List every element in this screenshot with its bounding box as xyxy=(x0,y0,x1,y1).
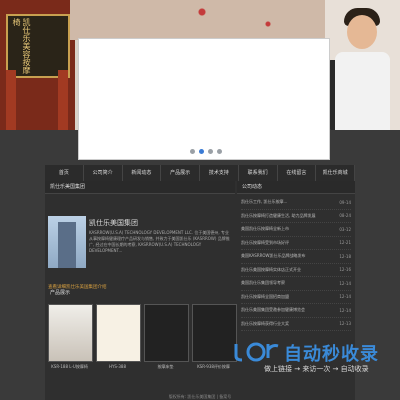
nav-shop[interactable]: 凯仕乐商城 xyxy=(316,165,355,181)
watermark: 自动秒收录 做上链接 → 来访一次 → 自动收录 xyxy=(232,336,382,378)
news-date: 12-14 xyxy=(339,307,351,313)
slideshow-dots xyxy=(190,149,222,154)
product-item[interactable]: 按摩床垫 xyxy=(144,304,189,370)
news-item[interactable]: 美国凯仕乐按摩椅全新上市 03-12 xyxy=(241,223,351,237)
nav-contact[interactable]: 联系我们 xyxy=(239,165,278,181)
news-item[interactable]: 凯仕乐工作, 凯仕乐按摩... 09-14 xyxy=(241,196,351,210)
news-item[interactable]: 凯仕乐美国按摩椅实体店正式开业 12-16 xyxy=(241,264,351,277)
news-date: 12-14 xyxy=(339,294,351,300)
news-title[interactable]: 凯仕乐按摩椅全国招商加盟 xyxy=(241,294,289,300)
slide-dot-2[interactable] xyxy=(199,149,204,154)
nav-support[interactable]: 技术支持 xyxy=(200,165,239,181)
product-caption[interactable]: HYS-388 xyxy=(96,364,139,369)
main-nav: 首页 公司简介 新闻动态 产品展示 技术支持 联系我们 在线留言 凯仕乐商城 xyxy=(45,165,355,181)
footer: 版权所有: 凯仕乐美国集团 | 备案号 xyxy=(168,394,232,399)
product-item[interactable]: KSR-188 L-U按摩椅 xyxy=(48,304,93,370)
news-title[interactable]: 凯仕乐工作, 凯仕乐按摩... xyxy=(241,199,287,205)
product-item[interactable]: KSR-938评价按摩 xyxy=(192,304,237,370)
nav-about[interactable]: 公司简介 xyxy=(84,165,123,181)
slide-dot-3[interactable] xyxy=(208,149,213,154)
about-section: 凯仕乐美国集团 KASRROW(U.S.A) TECHNOLOGY DEVELO… xyxy=(45,194,235,290)
news-item[interactable]: 凯仕乐按摩椅获得行业大奖 12-13 xyxy=(241,318,351,331)
news-title[interactable]: 凯仕乐按摩椅受到市场好评 xyxy=(241,240,289,246)
spokesperson-body xyxy=(335,52,390,130)
slideshow-frame[interactable] xyxy=(78,38,330,160)
news-date: 12-13 xyxy=(339,321,351,327)
product-caption[interactable]: 按摩床垫 xyxy=(144,364,187,370)
product-image[interactable] xyxy=(192,304,237,362)
slide-dot-1[interactable] xyxy=(190,149,195,154)
product-image[interactable] xyxy=(48,304,93,362)
slide-dot-4[interactable] xyxy=(217,149,222,154)
banner-sign-text: 凯仕乐美容按摩椅 xyxy=(12,18,31,74)
product-image[interactable] xyxy=(96,304,141,362)
banner-pillar-right xyxy=(58,70,68,130)
banner-sign: 凯仕乐美容按摩椅 xyxy=(6,14,70,78)
about-header: 凯仕乐美国集团 xyxy=(45,181,235,194)
product-image[interactable] xyxy=(144,304,189,362)
banner-gate-image: 凯仕乐美容按摩椅 xyxy=(0,0,75,130)
news-title[interactable]: 凯仕乐按摩椅获得行业大奖 xyxy=(241,321,289,327)
news-item[interactable]: 凯仕乐按摩椅打造健康生活, 助力品牌发展 08-24 xyxy=(241,210,351,223)
news-item[interactable]: 凯仕乐按摩椅受到市场好评 12-21 xyxy=(241,237,351,250)
news-item[interactable]: 凯仕乐美国集团受邀参加健康博览会 12-14 xyxy=(241,304,351,318)
news-date: 12-18 xyxy=(339,253,351,259)
watermark-title: 自动秒收录 xyxy=(284,344,379,365)
product-caption[interactable]: KSR-188 L-U按摩椅 xyxy=(48,364,91,370)
left-column: 凯仕乐美国集团 凯仕乐美国集团 KASRROW(U.S.A) TECHNOLOG… xyxy=(45,181,237,400)
news-date: 09-14 xyxy=(339,199,351,205)
news-title[interactable]: 凯仕乐美国按摩椅实体店正式开业 xyxy=(241,267,301,273)
news-date: 12-16 xyxy=(339,267,351,273)
about-text: KASRROW(U.S.A) TECHNOLOGY DEVELOPMENT LL… xyxy=(89,230,230,253)
nav-message[interactable]: 在线留言 xyxy=(278,165,317,181)
watermark-subtitle: 做上链接 → 来访一次 → 自动收录 xyxy=(264,365,369,373)
news-item[interactable]: 美国凯仕乐集团领导考察 12-14 xyxy=(241,277,351,291)
banner-spokesperson-image xyxy=(325,0,400,130)
products-header: 产品展示 xyxy=(50,290,71,296)
news-title[interactable]: 美国KASRROW凯仕乐品牌战略发布 xyxy=(241,253,306,259)
news-title[interactable]: 美国凯仕乐集团领导考察 xyxy=(241,280,285,286)
product-caption[interactable]: KSR-938评价按摩 xyxy=(192,364,235,370)
news-title[interactable]: 美国凯仕乐按摩椅全新上市 xyxy=(241,226,289,232)
product-item[interactable]: HYS-388 xyxy=(96,304,141,370)
news-date: 12-14 xyxy=(339,280,351,286)
watermark-logo-icon xyxy=(234,342,279,362)
news-item[interactable]: 美国KASRROW凯仕乐品牌战略发布 12-18 xyxy=(241,250,351,264)
news-title[interactable]: 凯仕乐美国集团受邀参加健康博览会 xyxy=(241,307,305,313)
news-header: 公司动态 xyxy=(237,181,355,194)
about-title: 凯仕乐美国集团 xyxy=(89,219,138,227)
news-date: 03-12 xyxy=(339,226,351,232)
banner-pillar-left xyxy=(6,70,16,130)
product-list: KSR-188 L-U按摩椅 HYS-388 按摩床垫 KSR-938评价按摩 xyxy=(48,304,237,370)
company-building-image xyxy=(48,216,86,268)
news-item[interactable]: 凯仕乐按摩椅全国招商加盟 12-14 xyxy=(241,291,351,304)
spokesperson-face xyxy=(347,15,377,49)
news-date: 12-21 xyxy=(339,240,351,246)
news-date: 08-24 xyxy=(339,213,351,219)
news-title[interactable]: 凯仕乐按摩椅打造健康生活, 助力品牌发展 xyxy=(241,213,316,219)
nav-home[interactable]: 首页 xyxy=(45,165,84,181)
nav-products[interactable]: 产品展示 xyxy=(161,165,200,181)
news-list: 凯仕乐工作, 凯仕乐按摩... 09-14 凯仕乐按摩椅打造健康生活, 助力品牌发… xyxy=(237,194,355,333)
nav-news[interactable]: 新闻动态 xyxy=(123,165,162,181)
